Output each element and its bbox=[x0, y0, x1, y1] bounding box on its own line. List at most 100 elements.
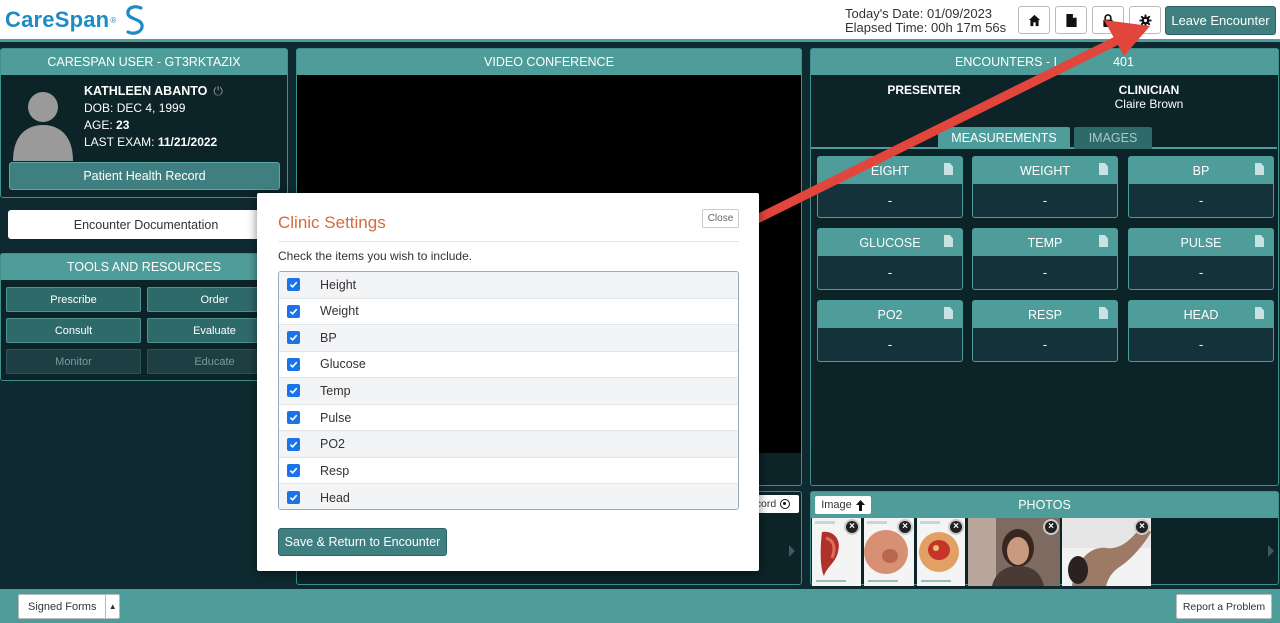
top-header: CareSpan ® Today's Date: 01/09/2023 Elap… bbox=[0, 0, 1280, 42]
next-arrow-icon[interactable] bbox=[789, 545, 795, 557]
remove-photo-icon[interactable]: × bbox=[1134, 519, 1150, 535]
measurement-value: - bbox=[1042, 265, 1048, 280]
measurement-label: PO2 bbox=[877, 307, 903, 322]
checklist-item-label: Glucose bbox=[320, 357, 366, 372]
document-icon[interactable] bbox=[944, 235, 953, 247]
modal-divider bbox=[278, 241, 739, 242]
tab-measurements[interactable]: MEASUREMENTS bbox=[938, 127, 1070, 149]
measurement-card-weight[interactable]: WEIGHT - bbox=[972, 156, 1118, 218]
documents-button[interactable] bbox=[1055, 6, 1087, 34]
leave-encounter-button[interactable]: Leave Encounter bbox=[1165, 6, 1276, 35]
patient-health-record-button[interactable]: Patient Health Record bbox=[9, 162, 280, 190]
checkbox-checked-icon[interactable] bbox=[287, 304, 300, 318]
document-icon[interactable] bbox=[1099, 235, 1108, 247]
checkbox-checked-icon[interactable] bbox=[287, 278, 300, 292]
encounter-documentation-button[interactable]: Encounter Documentation bbox=[8, 210, 284, 239]
monitor-button[interactable]: Monitor bbox=[6, 349, 141, 374]
power-icon[interactable]: ⏻ bbox=[213, 83, 223, 100]
photo-thumbnail[interactable]: × bbox=[1062, 518, 1151, 586]
modal-title: Clinic Settings bbox=[278, 213, 386, 232]
checklist-item-pulse[interactable]: Pulse bbox=[279, 405, 738, 432]
signed-forms-dropdown[interactable]: Signed Forms ▲ bbox=[18, 594, 120, 619]
image-button-label: Image bbox=[821, 499, 852, 511]
photo-thumbnail[interactable]: × bbox=[968, 518, 1060, 586]
record-icon bbox=[780, 499, 791, 509]
remove-photo-icon[interactable]: × bbox=[844, 519, 860, 535]
measurement-card-height[interactable]: EIGHT - bbox=[817, 156, 963, 218]
upload-arrow-icon bbox=[855, 499, 865, 511]
measurement-card-pulse[interactable]: PULSE - bbox=[1128, 228, 1274, 290]
measurement-label: PULSE bbox=[1180, 235, 1222, 250]
checklist-item-weight[interactable]: Weight bbox=[279, 299, 738, 326]
clinic-settings-modal: Clinic Settings Close Check the items yo… bbox=[257, 193, 759, 571]
checklist-item-label: Resp bbox=[320, 463, 350, 478]
measurement-card-head[interactable]: HEAD - bbox=[1128, 300, 1274, 362]
photo-thumbnail[interactable]: × bbox=[917, 518, 965, 586]
signed-forms-label: Signed Forms bbox=[19, 595, 107, 618]
checkbox-checked-icon[interactable] bbox=[287, 491, 300, 505]
document-icon[interactable] bbox=[1099, 307, 1108, 319]
document-icon[interactable] bbox=[1255, 163, 1264, 175]
measurement-card-temp[interactable]: TEMP - bbox=[972, 228, 1118, 290]
measurement-value: - bbox=[887, 265, 893, 280]
dob-label: DOB: bbox=[84, 101, 114, 115]
tab-images[interactable]: IMAGES bbox=[1074, 127, 1152, 149]
checklist-item-glucose[interactable]: Glucose bbox=[279, 352, 738, 379]
measurement-card-bp[interactable]: BP - bbox=[1128, 156, 1274, 218]
checklist-item-temp[interactable]: Temp bbox=[279, 378, 738, 405]
checkbox-checked-icon[interactable] bbox=[287, 331, 300, 345]
consult-button[interactable]: Consult bbox=[6, 318, 141, 343]
modal-instructions: Check the items you wish to include. bbox=[278, 249, 473, 263]
settings-button[interactable] bbox=[1129, 6, 1161, 34]
checklist-item-po2[interactable]: PO2 bbox=[279, 431, 738, 458]
document-icon[interactable] bbox=[1099, 163, 1108, 175]
video-panel-title: VIDEO CONFERENCE bbox=[297, 49, 801, 75]
encounters-title-right: 401 bbox=[1113, 55, 1134, 69]
checkbox-checked-icon[interactable] bbox=[287, 437, 300, 451]
report-problem-button[interactable]: Report a Problem bbox=[1176, 594, 1272, 619]
photos-panel-title: PHOTOS bbox=[811, 492, 1278, 518]
document-icon[interactable] bbox=[944, 307, 953, 319]
todays-date: Today's Date: 01/09/2023 bbox=[845, 6, 993, 21]
checklist-item-label: Weight bbox=[320, 304, 359, 319]
image-upload-button[interactable]: Image bbox=[815, 496, 871, 514]
tools-panel: TOOLS AND RESOURCES Prescribe Order Cons… bbox=[0, 253, 288, 381]
checklist-item-head[interactable]: Head bbox=[279, 484, 738, 509]
checklist-item-label: PO2 bbox=[320, 437, 346, 452]
prescribe-button[interactable]: Prescribe bbox=[6, 287, 141, 312]
remove-photo-icon[interactable]: × bbox=[897, 519, 913, 535]
measurement-card-resp[interactable]: RESP - bbox=[972, 300, 1118, 362]
photo-thumbnail[interactable]: × bbox=[812, 518, 861, 586]
encounters-title-left: ENCOUNTERS - I bbox=[955, 55, 1058, 69]
lock-button[interactable] bbox=[1092, 6, 1124, 34]
caret-up-icon[interactable]: ▲ bbox=[106, 602, 119, 611]
measurement-card-glucose[interactable]: GLUCOSE - bbox=[817, 228, 963, 290]
checkbox-checked-icon[interactable] bbox=[287, 464, 300, 478]
measurement-label: WEIGHT bbox=[1020, 163, 1070, 178]
document-icon[interactable] bbox=[944, 163, 953, 175]
patient-avatar bbox=[13, 92, 73, 161]
measurement-card-po2[interactable]: PO2 - bbox=[817, 300, 963, 362]
measurement-header: BP bbox=[1129, 157, 1273, 184]
elapsed-time: Elapsed Time: 00h 17m 56s bbox=[845, 20, 1007, 35]
checklist-item-bp[interactable]: BP bbox=[279, 325, 738, 352]
document-icon[interactable] bbox=[1255, 235, 1264, 247]
save-return-button[interactable]: Save & Return to Encounter bbox=[278, 528, 447, 556]
checklist-item-label: Temp bbox=[320, 383, 351, 398]
checkbox-checked-icon[interactable] bbox=[287, 384, 300, 398]
checkbox-checked-icon[interactable] bbox=[287, 411, 300, 424]
remove-photo-icon[interactable]: × bbox=[948, 519, 964, 535]
checkbox-checked-icon[interactable] bbox=[287, 357, 300, 371]
photos-next-arrow-icon[interactable] bbox=[1268, 545, 1274, 557]
logo-text: CareSpan bbox=[5, 7, 110, 32]
carespan-logo[interactable]: CareSpan ® bbox=[5, 4, 146, 36]
patient-name: KATHLEEN ABANTO bbox=[84, 84, 208, 98]
date-time-display: Today's Date: 01/09/2023 Elapsed Time: 0… bbox=[845, 7, 1006, 35]
modal-close-button[interactable]: Close bbox=[702, 209, 739, 228]
home-button[interactable] bbox=[1018, 6, 1050, 34]
photo-thumbnail[interactable]: × bbox=[864, 518, 914, 586]
document-icon[interactable] bbox=[1255, 307, 1264, 319]
checklist-item-resp[interactable]: Resp bbox=[279, 458, 738, 485]
remove-photo-icon[interactable]: × bbox=[1043, 519, 1059, 535]
checklist-item-height[interactable]: Height bbox=[279, 272, 738, 299]
